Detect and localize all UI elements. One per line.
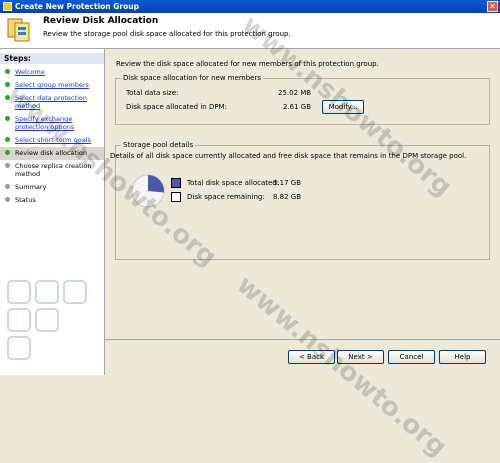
step-review-disk-allocation: Review disk allocation — [0, 147, 104, 160]
dpm-allocated-label: Disk space allocated in DPM: — [126, 103, 227, 111]
intro-text: Review the disk space allocated for new … — [116, 60, 379, 68]
storage-pool-groupbox: Storage pool details Details of all disk… — [110, 141, 490, 260]
step-label: Review disk allocation — [15, 149, 87, 157]
total-allocated-label: Total disk space allocated: — [187, 179, 280, 187]
step-select-short-term-goals[interactable]: Select short-term goals — [0, 134, 104, 147]
window-title: Create New Protection Group — [15, 2, 139, 11]
wizard-header: Review Disk Allocation Review the storag… — [0, 13, 500, 49]
step-label: Select short-term goals — [15, 136, 91, 144]
pie-allocated-slice — [148, 175, 164, 193]
help-button[interactable]: Help — [439, 350, 486, 364]
step-summary: Summary — [0, 181, 104, 194]
step-choose-replica-method: Choose replica creation method — [0, 160, 104, 181]
steps-sidebar: Steps: Welcome Select group members Sele… — [0, 49, 105, 375]
space-remaining-value: 8.82 GB — [273, 193, 302, 201]
title-bar: Create New Protection Group ✕ — [0, 0, 500, 13]
steps-heading: Steps: — [0, 53, 104, 64]
next-button[interactable]: Next > — [337, 350, 384, 364]
step-current-icon — [5, 150, 10, 155]
remaining-color-swatch — [171, 192, 181, 202]
step-label: Welcome — [15, 68, 45, 76]
total-data-size-value: 25.02 MB — [278, 89, 312, 97]
total-allocated-value: 3.17 GB — [273, 179, 302, 187]
step-pending-icon — [5, 197, 10, 202]
space-remaining-label: Disk space remaining: — [187, 193, 265, 201]
close-button[interactable]: ✕ — [487, 1, 498, 12]
footer-divider — [105, 339, 500, 340]
steps-list: Welcome Select group members Select data… — [0, 66, 104, 207]
step-select-data-protection-method[interactable]: Select data protection method — [0, 92, 104, 113]
app-icon — [3, 2, 12, 11]
step-pending-icon — [5, 163, 10, 168]
page-title: Review Disk Allocation — [43, 16, 159, 26]
page-subtitle: Review the storage pool disk space alloc… — [43, 30, 291, 38]
step-complete-icon — [5, 137, 10, 142]
storage-pool-description: Details of all disk space currently allo… — [110, 152, 467, 160]
back-button[interactable]: < Back — [288, 350, 335, 364]
step-label: Status — [15, 196, 36, 204]
cancel-button[interactable]: Cancel — [388, 350, 435, 364]
protection-group-icon — [7, 18, 30, 42]
step-select-group-members[interactable]: Select group members — [0, 79, 104, 92]
storage-pool-legend: Storage pool details — [121, 141, 196, 149]
step-label: Select data protection method — [15, 94, 88, 110]
modify-button[interactable]: Modify... — [322, 100, 364, 114]
allocation-groupbox: Disk space allocation for new members To… — [115, 74, 490, 125]
main-content: Review the disk space allocated for new … — [105, 49, 500, 339]
step-label: Select group members — [15, 81, 89, 89]
step-welcome[interactable]: Welcome — [0, 66, 104, 79]
step-label: Choose replica creation method — [15, 162, 92, 178]
dpm-allocated-value: 2.61 GB — [283, 103, 312, 111]
step-status: Status — [0, 194, 104, 207]
step-label: Summary — [15, 183, 47, 191]
step-complete-icon — [5, 82, 10, 87]
step-complete-icon — [5, 95, 10, 100]
step-pending-icon — [5, 184, 10, 189]
allocated-color-swatch — [171, 178, 181, 188]
step-complete-icon — [5, 116, 10, 121]
allocation-legend: Disk space allocation for new members — [121, 74, 264, 82]
step-specify-exchange-options[interactable]: Specify exchange protection options — [0, 113, 104, 134]
disk-usage-pie-chart — [131, 174, 165, 208]
decorative-squares-art — [7, 280, 87, 360]
step-label: Specify exchange protection options — [15, 115, 75, 131]
step-complete-icon — [5, 69, 10, 74]
total-data-size-label: Total data size: — [126, 89, 179, 97]
